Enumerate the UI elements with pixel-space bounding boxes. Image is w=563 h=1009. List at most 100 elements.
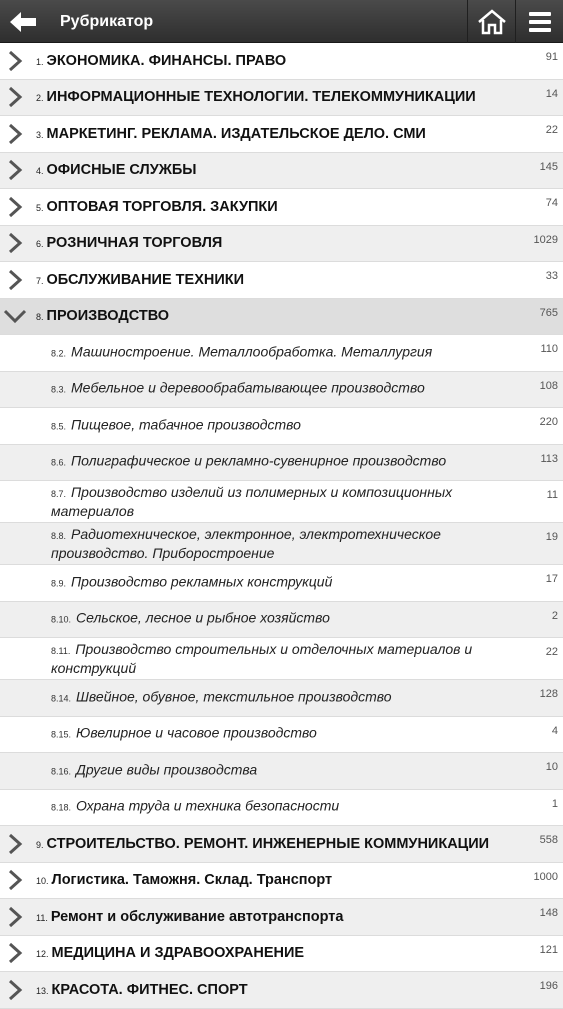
subcategory-title: Производство изделий из полимерных и ком… (51, 483, 453, 519)
chevron-right-icon (8, 906, 23, 927)
subcategory-number: 8.14. (51, 693, 72, 704)
subcategory-title: Радиотехническое, электронное, электроте… (51, 525, 441, 561)
category-title: Логистика. Таможня. Склад. Транспорт (51, 872, 333, 889)
chevron-right-icon (8, 269, 23, 290)
chevron-right-icon (8, 979, 23, 1000)
item-count: 14 (545, 87, 558, 100)
item-count: 22 (545, 646, 558, 658)
subcategory-number: 8.8. (51, 530, 67, 541)
page-title: Рубрикатор (60, 13, 154, 30)
subcategory-number: 8.2. (51, 348, 67, 359)
subcategory-label: 8.9. Производство рекламных конструкций (51, 573, 491, 592)
subcategory-row[interactable]: 8.5. Пищевое, табачное производство 220 (0, 408, 563, 445)
item-count: 74 (545, 197, 558, 209)
subcategory-title: Другие виды производства (76, 761, 258, 778)
subcategory-label: 8.7. Производство изделий из полимерных и… (51, 484, 491, 520)
category-title: ПРОИЗВОДСТВО (46, 308, 170, 325)
category-row[interactable]: 5. ОПТОВАЯ ТОРГОВЛЯ. ЗАКУПКИ 74 (0, 189, 563, 226)
subcategory-row[interactable]: 8.14. Швейное, обувное, текстильное произ… (0, 680, 563, 717)
category-number: 8. (36, 312, 44, 323)
chevron-right-icon (8, 833, 23, 854)
category-title: ОФИСНЫЕ СЛУЖБЫ (46, 162, 197, 179)
subcategory-row[interactable]: 8.15. Ювелирное и часовое производство 4 (0, 717, 563, 753)
category-number: 3. (36, 129, 44, 140)
category-label: 11. Ремонт и обслуживание автотранспорта (36, 909, 343, 925)
chevron-right-icon (8, 160, 23, 181)
item-count: 1029 (533, 233, 558, 246)
back-button[interactable] (0, 0, 48, 43)
menu-button[interactable] (515, 0, 563, 43)
subcategory-title: Пищевое, табачное производство (71, 416, 301, 433)
category-number: 11. (36, 912, 48, 923)
category-row[interactable]: 1. ЭКОНОМИКА. ФИНАНСЫ. ПРАВО 91 (0, 43, 563, 80)
category-number: 2. (36, 93, 44, 104)
chevron-right-icon (8, 87, 23, 108)
subcategory-title: Полиграфическое и рекламно-сувенирное пр… (71, 452, 447, 469)
category-label: 12. МЕДИЦИНА И ЗДРАВООХРАНЕНИЕ (36, 945, 304, 961)
arrow-left-icon (10, 11, 36, 32)
subcategory-row[interactable]: 8.6. Полиграфическое и рекламно-сувенирно… (0, 444, 563, 481)
subcategory-label: 8.6. Полиграфическое и рекламно-сувенирно… (51, 453, 491, 472)
category-row[interactable]: 3. МАРКЕТИНГ. РЕКЛАМА. ИЗДАТЕЛЬСКОЕ ДЕЛО.… (0, 116, 563, 153)
category-row[interactable]: 7. ОБСЛУЖИВАНИЕ ТЕХНИКИ 33 (0, 262, 563, 299)
subcategory-number: 8.16. (51, 766, 72, 777)
category-label: 3. МАРКЕТИНГ. РЕКЛАМА. ИЗДАТЕЛЬСКОЕ ДЕЛО.… (36, 126, 426, 142)
category-number: 7. (36, 275, 44, 286)
category-row[interactable]: 2. ИНФОРМАЦИОННЫЕ ТЕХНОЛОГИИ. ТЕЛЕКОММУНИ… (0, 79, 563, 116)
home-button[interactable] (467, 0, 515, 43)
subcategory-title: Охрана труда и техника безопасности (76, 797, 340, 814)
rubricator-list: 1. ЭКОНОМИКА. ФИНАНСЫ. ПРАВО 91 2. ИНФОРМАЦИ… (0, 43, 563, 1009)
category-row[interactable]: 11. Ремонт и обслуживание автотранспорта 1… (0, 899, 563, 936)
subcategory-number: 8.3. (51, 384, 67, 395)
item-count: 11 (546, 489, 558, 501)
subcategory-row[interactable]: 8.8. Радиотехническое, электронное, элект… (0, 523, 563, 565)
category-row[interactable]: 10. Логистика. Таможня. Склад. Транспорт 1… (0, 863, 563, 899)
category-label: 4. ОФИСНЫЕ СЛУЖБЫ (36, 162, 196, 178)
category-row[interactable]: 4. ОФИСНЫЕ СЛУЖБЫ 145 (0, 152, 563, 189)
subcategory-label: 8.14. Швейное, обувное, текстильное произ… (51, 688, 491, 707)
category-number: 13. (36, 985, 49, 996)
subcategory-number: 8.9. (51, 578, 67, 589)
category-row-expanded[interactable]: 8. ПРОИЗВОДСТВО 765 (0, 298, 563, 335)
subcategory-row[interactable]: 8.16. Другие виды производства 10 (0, 753, 563, 790)
subcategory-title: Ювелирное и часовое производство (76, 724, 317, 741)
subcategory-number: 8.7. (51, 488, 67, 499)
chevron-down-icon (4, 310, 26, 324)
home-icon (477, 8, 506, 34)
item-count: 113 (540, 452, 558, 465)
hamburger-menu-icon (528, 11, 551, 32)
item-count: 128 (539, 688, 558, 700)
subcategory-row[interactable]: 8.10. Сельское, лесное и рыбное хозяйство… (0, 601, 563, 638)
category-number: 12. (36, 949, 49, 960)
subcategory-row[interactable]: 8.7. Производство изделий из полимерных и… (0, 481, 563, 523)
category-title: РОЗНИЧНАЯ ТОРГОВЛЯ (46, 235, 223, 252)
category-label: 1. ЭКОНОМИКА. ФИНАНСЫ. ПРАВО (36, 53, 286, 69)
category-label: 5. ОПТОВАЯ ТОРГОВЛЯ. ЗАКУПКИ (36, 199, 278, 215)
subcategory-row[interactable]: 8.3. Мебельное и деревообрабатывающее про… (0, 371, 563, 408)
subcategory-row[interactable]: 8.2. Машиностроение. Металлообработка. Ме… (0, 335, 563, 372)
chevron-right-icon (8, 943, 23, 964)
category-title: МЕДИЦИНА И ЗДРАВООХРАНЕНИЕ (51, 945, 305, 962)
subcategory-title: Мебельное и деревообрабатывающее произво… (71, 379, 425, 396)
chevron-right-icon (8, 233, 23, 254)
item-count: 765 (539, 306, 558, 319)
subcategory-row[interactable]: 8.18. Охрана труда и техника безопасности… (0, 790, 563, 826)
subcategory-title: Швейное, обувное, текстильное производст… (76, 688, 392, 705)
category-title: Ремонт и обслуживание автотранспорта (50, 908, 344, 925)
category-number: 5. (36, 202, 44, 213)
item-count: 196 (539, 980, 558, 992)
category-row[interactable]: 9. СТРОИТЕЛЬСТВО. РЕМОНТ. ИНЖЕНЕРНЫЕ КОММ… (0, 826, 563, 863)
subcategory-label: 8.18. Охрана труда и техника безопасности (51, 798, 491, 817)
item-count: 33 (545, 270, 558, 282)
category-title: МАРКЕТИНГ. РЕКЛАМА. ИЗДАТЕЛЬСКОЕ ДЕЛО. С… (46, 125, 426, 142)
item-count: 1000 (533, 870, 558, 883)
category-row[interactable]: 13. КРАСОТА. ФИТНЕС. СПОРТ 196 (0, 972, 563, 1009)
subcategory-row[interactable]: 8.9. Производство рекламных конструкций 17 (0, 565, 563, 602)
category-row[interactable]: 12. МЕДИЦИНА И ЗДРАВООХРАНЕНИЕ 121 (0, 936, 563, 972)
category-number: 9. (36, 839, 44, 850)
category-row[interactable]: 6. РОЗНИЧНАЯ ТОРГОВЛЯ 1029 (0, 225, 563, 262)
subcategory-label: 8.5. Пищевое, табачное производство (51, 416, 491, 435)
item-count: 558 (539, 834, 558, 846)
subcategory-row[interactable]: 8.11. Производство строительных и отделоч… (0, 638, 563, 680)
subcategory-title: Производство рекламных конструкций (71, 573, 333, 590)
